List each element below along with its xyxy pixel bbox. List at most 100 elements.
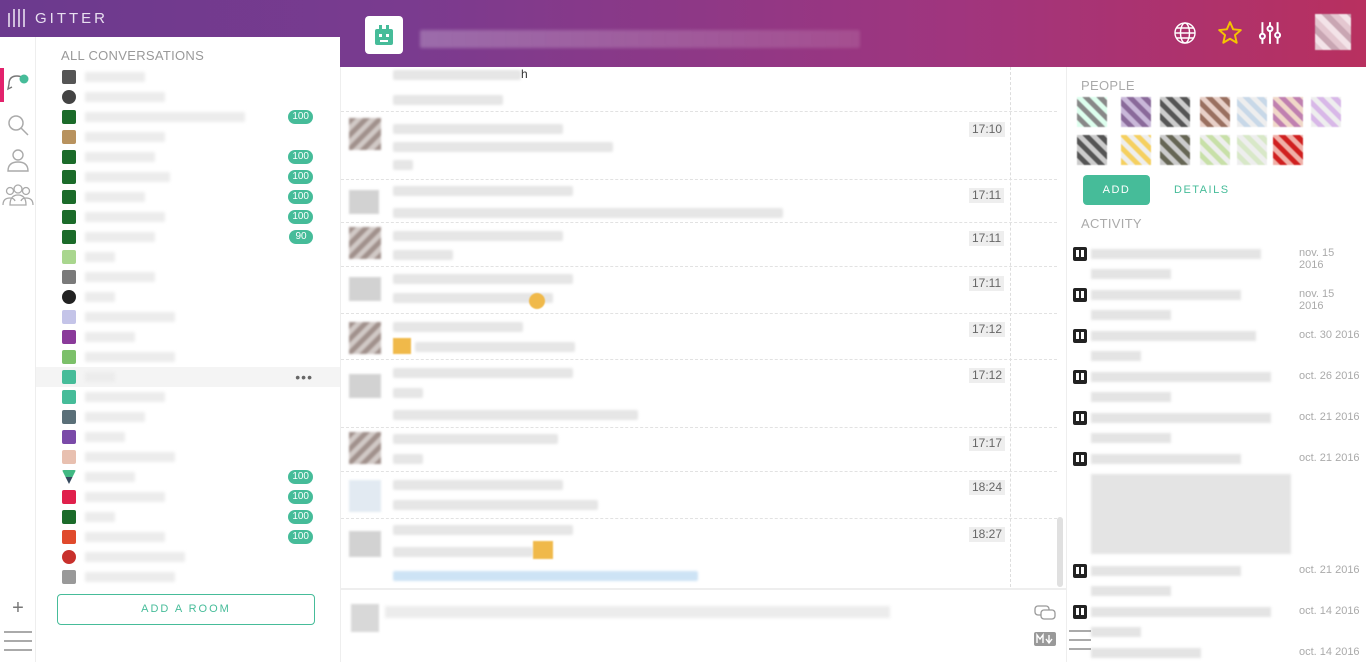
avatar[interactable]: [1311, 97, 1341, 127]
message-text: [393, 368, 573, 378]
conversation-list: 100 100 100 100 100 90 ••• 100 100 100 1…: [36, 67, 340, 587]
user-avatar[interactable]: [1315, 14, 1351, 50]
list-item[interactable]: [36, 347, 340, 367]
avatar: [349, 480, 381, 512]
chat-message: 17:10: [341, 111, 1057, 179]
avatar[interactable]: [1273, 135, 1303, 165]
angular-icon: [62, 510, 76, 524]
conversation-name: [85, 112, 245, 122]
list-item[interactable]: [36, 307, 340, 327]
communities-icon[interactable]: [2, 181, 34, 209]
chat-message: 18:27: [341, 518, 1057, 588]
trello-icon: [1073, 247, 1087, 261]
add-room-button[interactable]: ADD A ROOM: [57, 594, 315, 625]
details-button[interactable]: DETAILS: [1174, 175, 1230, 205]
markdown-icon[interactable]: [1034, 630, 1056, 648]
message-timestamp[interactable]: 17:12: [969, 322, 1006, 337]
avatar[interactable]: [1273, 97, 1303, 127]
message-timestamp[interactable]: 18:24: [969, 480, 1006, 495]
list-item[interactable]: 100: [36, 187, 340, 207]
list-item[interactable]: 100: [36, 467, 340, 487]
menu-icon[interactable]: [1069, 628, 1091, 652]
message-timestamp[interactable]: 18:27: [969, 527, 1006, 542]
message-timestamp[interactable]: 17:12: [969, 368, 1006, 383]
angular-icon: [62, 190, 76, 204]
brand-logo[interactable]: GITTER: [8, 9, 108, 27]
conversation-name: [85, 552, 185, 562]
list-item[interactable]: 100: [36, 527, 340, 547]
avatar[interactable]: [1160, 97, 1190, 127]
message-link[interactable]: [393, 571, 698, 581]
list-item[interactable]: [36, 447, 340, 467]
message-timestamp[interactable]: 17:11: [969, 188, 1005, 203]
list-item[interactable]: [36, 87, 340, 107]
message-composer[interactable]: [341, 588, 1067, 662]
conversation-name: [85, 452, 175, 462]
list-item[interactable]: [36, 387, 340, 407]
more-options-icon[interactable]: •••: [295, 369, 313, 385]
room-avatar-icon: [62, 430, 76, 444]
search-icon[interactable]: [4, 111, 32, 139]
avatar[interactable]: [1237, 135, 1267, 165]
list-item[interactable]: [36, 67, 340, 87]
list-item[interactable]: [36, 547, 340, 567]
message-timestamp[interactable]: 17:17: [969, 436, 1006, 451]
list-item[interactable]: [36, 427, 340, 447]
list-item[interactable]: [36, 287, 340, 307]
list-item[interactable]: [36, 127, 340, 147]
list-item[interactable]: 100: [36, 207, 340, 227]
message-timestamp[interactable]: 17:10: [969, 122, 1006, 137]
menu-icon[interactable]: [4, 627, 32, 655]
list-item[interactable]: [36, 247, 340, 267]
add-people-button[interactable]: ADD: [1083, 175, 1150, 205]
unread-badge: 100: [288, 470, 313, 484]
message-text: [393, 547, 533, 557]
list-item[interactable]: [36, 567, 340, 587]
list-item[interactable]: 100: [36, 107, 340, 127]
avatar[interactable]: [1077, 135, 1107, 165]
message-text: [393, 525, 573, 535]
activity-date: nov. 15 2016: [1299, 288, 1335, 312]
avatar[interactable]: [1237, 97, 1267, 127]
trello-icon: [1073, 564, 1087, 578]
avatar[interactable]: [1121, 135, 1151, 165]
brand-name: GITTER: [35, 9, 108, 27]
composer-input[interactable]: [385, 606, 890, 618]
avatar[interactable]: [1200, 135, 1230, 165]
trello-icon: [1073, 605, 1087, 619]
list-item[interactable]: [36, 327, 340, 347]
room-avatar-icon: [62, 450, 76, 464]
avatar[interactable]: [1200, 97, 1230, 127]
list-item[interactable]: [36, 407, 340, 427]
list-item[interactable]: 100: [36, 507, 340, 527]
avatar: [351, 604, 379, 632]
list-item-active[interactable]: •••: [36, 367, 340, 387]
message-text: [393, 186, 573, 196]
chat-bubbles-icon[interactable]: [1034, 604, 1056, 622]
list-item[interactable]: 100: [36, 147, 340, 167]
activity-date: oct. 14 2016: [1299, 605, 1360, 617]
conversation-name: [85, 232, 155, 242]
avatar[interactable]: [1121, 97, 1151, 127]
conversations-icon[interactable]: [4, 68, 32, 96]
scrollbar[interactable]: [1057, 517, 1063, 587]
settings-sliders-icon[interactable]: [1257, 20, 1283, 46]
list-item[interactable]: 90: [36, 227, 340, 247]
room-avatar-icon: [62, 330, 76, 344]
globe-icon[interactable]: [1172, 20, 1198, 46]
room-avatar: [365, 16, 403, 54]
avatar[interactable]: [1160, 135, 1190, 165]
activity-text: [1091, 392, 1171, 402]
conversation-name: [85, 272, 155, 282]
room-avatar-icon: [62, 410, 76, 424]
message-timestamp[interactable]: 17:11: [969, 276, 1005, 291]
avatar[interactable]: [1077, 97, 1107, 127]
people-icon[interactable]: [4, 146, 32, 174]
star-icon[interactable]: [1217, 20, 1243, 46]
message-timestamp[interactable]: 17:11: [969, 231, 1005, 246]
plus-icon[interactable]: +: [4, 594, 32, 622]
list-item[interactable]: [36, 267, 340, 287]
angular-icon: [62, 210, 76, 224]
list-item[interactable]: 100: [36, 487, 340, 507]
list-item[interactable]: 100: [36, 167, 340, 187]
